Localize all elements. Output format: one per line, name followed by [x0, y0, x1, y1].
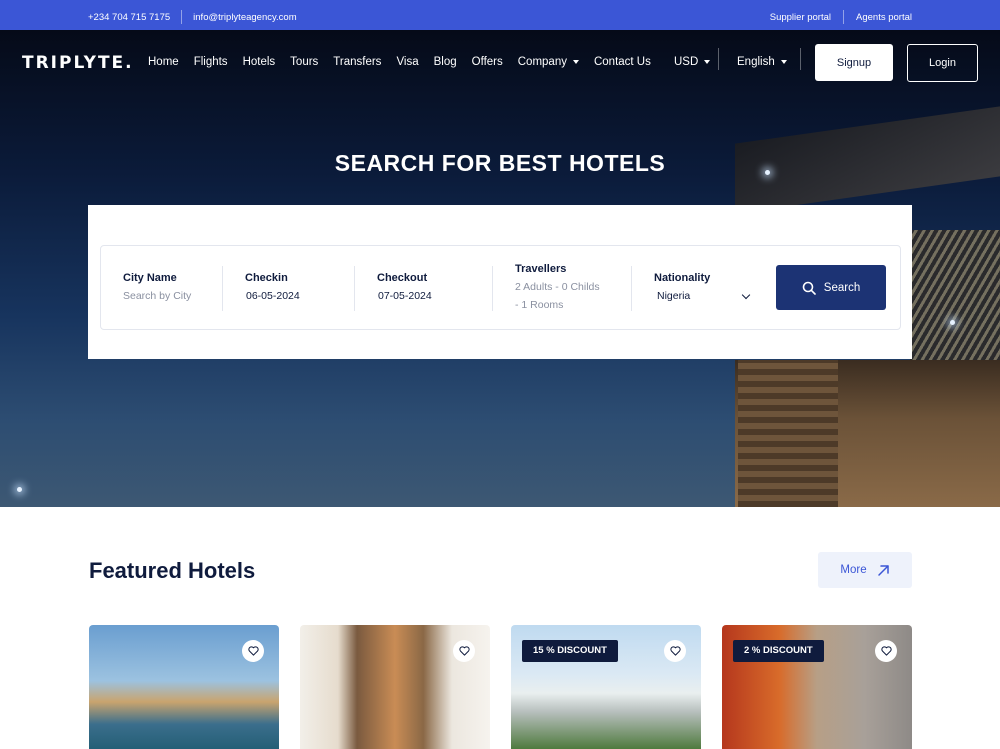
contact-info: +234 704 715 7175 info@triplyteagency.co…: [88, 10, 297, 24]
travellers-rooms: - 1 Rooms: [515, 299, 564, 311]
more-button-label: More: [840, 564, 867, 576]
nav-item-hotels[interactable]: Hotels: [243, 56, 276, 68]
hero-title: SEARCH FOR BEST HOTELS: [334, 150, 666, 176]
nationality-label: Nationality: [654, 272, 711, 284]
nav-item-blog[interactable]: Blog: [434, 56, 457, 68]
discount-badge: 15 % DISCOUNT: [522, 640, 618, 662]
divider: [843, 10, 845, 24]
arrow-up-right-icon: [877, 564, 889, 576]
supplier-portal-link[interactable]: Supplier portal: [770, 12, 831, 23]
currency-label: USD: [674, 56, 699, 68]
checkout-value: 07-05-2024: [378, 290, 432, 302]
search-button[interactable]: Search: [776, 265, 886, 310]
favorite-button[interactable]: [453, 640, 475, 662]
travellers-summary: 2 Adults - 0 Childs: [515, 281, 600, 293]
nav-item-offers[interactable]: Offers: [472, 56, 503, 68]
heart-icon: [669, 646, 681, 656]
city-label: City Name: [123, 272, 177, 284]
favorite-button[interactable]: [875, 640, 897, 662]
divider: [181, 10, 183, 24]
discount-badge: 2 % DISCOUNT: [733, 640, 824, 662]
checkin-label: Checkin: [245, 272, 288, 284]
logo-text: TRIPLYTE.: [22, 53, 134, 73]
search-button-label: Search: [823, 281, 861, 294]
nav-item-tours[interactable]: Tours: [290, 56, 318, 68]
city-field[interactable]: City Name: [101, 246, 221, 331]
nav-item-company[interactable]: Company: [518, 56, 579, 68]
divider: [800, 48, 801, 70]
caret-down-icon: [704, 59, 711, 64]
more-button[interactable]: More: [818, 552, 912, 588]
checkout-field[interactable]: Checkout 07-05-2024: [355, 246, 492, 331]
brand-logo[interactable]: TRIPLYTE.: [22, 53, 134, 73]
favorite-button[interactable]: [664, 640, 686, 662]
main-nav: Home Flights Hotels Tours Transfers Visa…: [148, 56, 666, 68]
hotel-card[interactable]: 2 % DISCOUNT: [722, 625, 912, 749]
caret-down-icon: [780, 59, 787, 64]
portal-links: Supplier portal Agents portal: [770, 10, 912, 24]
light-dot: [950, 320, 955, 325]
heart-icon: [880, 646, 892, 656]
nav-item-flights[interactable]: Flights: [194, 56, 228, 68]
checkout-label: Checkout: [377, 272, 428, 284]
phone-link[interactable]: +234 704 715 7175: [88, 12, 170, 23]
nationality-select[interactable]: Nationality Nigeria: [632, 246, 757, 331]
hotel-card[interactable]: [89, 625, 279, 749]
light-dot: [17, 487, 22, 492]
caret-down-icon: [572, 59, 579, 64]
nationality-value: Nigeria: [657, 290, 691, 302]
login-button[interactable]: Login: [907, 44, 978, 82]
travellers-label: Travellers: [515, 263, 567, 275]
currency-select[interactable]: USD: [674, 56, 711, 68]
hero-pergola-shape: [910, 230, 1000, 360]
language-select[interactable]: English: [737, 56, 787, 68]
heart-icon: [458, 646, 470, 656]
nav-item-company-label: Company: [517, 56, 567, 68]
nav-item-transfers[interactable]: Transfers: [333, 56, 381, 68]
hotel-card[interactable]: [300, 625, 490, 749]
agents-portal-link[interactable]: Agents portal: [856, 12, 912, 23]
section-title: Featured Hotels: [89, 558, 256, 583]
search-form: City Name Checkin 06-05-2024 Checkout 07…: [100, 245, 901, 330]
chevron-down-icon: [741, 290, 751, 300]
divider: [718, 48, 719, 70]
city-input[interactable]: [123, 290, 213, 302]
language-label: English: [737, 56, 775, 68]
hero-brick-wall: [738, 360, 838, 507]
email-link[interactable]: info@triplyteagency.com: [193, 12, 296, 23]
checkin-field[interactable]: Checkin 06-05-2024: [223, 246, 353, 331]
favorite-button[interactable]: [242, 640, 264, 662]
nav-item-home[interactable]: Home: [148, 56, 179, 68]
hotel-search-panel: City Name Checkin 06-05-2024 Checkout 07…: [88, 205, 912, 359]
nav-item-visa[interactable]: Visa: [396, 56, 418, 68]
signup-button[interactable]: Signup: [815, 44, 893, 81]
top-contact-bar: +234 704 715 7175 info@triplyteagency.co…: [0, 0, 1000, 30]
checkin-value: 06-05-2024: [246, 290, 300, 302]
search-icon: [802, 281, 816, 295]
nav-item-contact[interactable]: Contact Us: [594, 56, 651, 68]
heart-icon: [247, 646, 259, 656]
hotel-card[interactable]: 15 % DISCOUNT: [511, 625, 701, 749]
travellers-field[interactable]: Travellers 2 Adults - 0 Childs - 1 Rooms: [493, 246, 631, 331]
